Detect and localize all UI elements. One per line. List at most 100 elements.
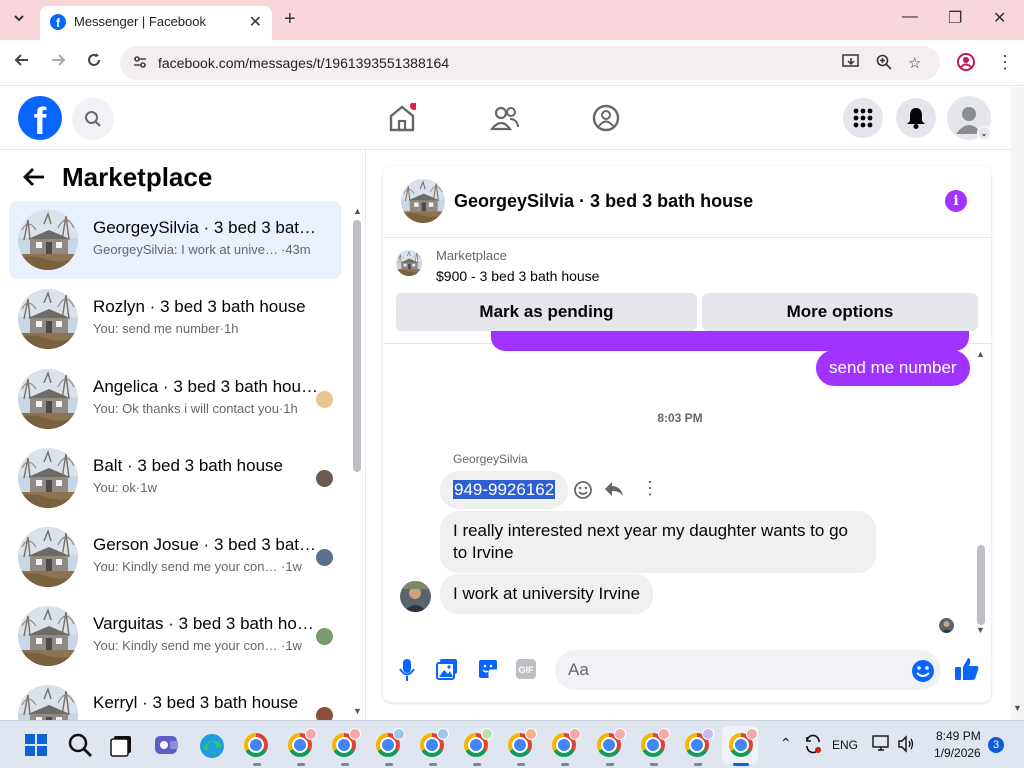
restore-window-icon[interactable]: ❐ xyxy=(948,8,962,28)
reply-icon[interactable] xyxy=(604,480,624,503)
conversation-time: ·43m xyxy=(281,242,311,257)
sender-avatar[interactable] xyxy=(400,581,431,612)
read-receipt-avatar xyxy=(316,549,333,566)
running-indicator xyxy=(253,763,261,766)
install-app-icon[interactable] xyxy=(842,54,860,74)
chrome-profile-icon[interactable] xyxy=(597,728,626,757)
chrome-profile-icon[interactable] xyxy=(729,728,758,757)
language-indicator[interactable]: ENG xyxy=(832,738,858,752)
minimize-window-icon[interactable]: — xyxy=(902,8,918,26)
conversation-item[interactable]: Gerson Josue · 3 bed 3 bath house You: Ki… xyxy=(9,518,341,596)
more-actions-icon[interactable]: ⋮ xyxy=(641,478,659,499)
tab-search-chevron-icon[interactable] xyxy=(12,11,26,30)
browser-tab[interactable]: f Messenger | Facebook ✕ xyxy=(40,6,272,40)
close-window-icon[interactable]: ✕ xyxy=(993,8,1006,28)
new-tab-button[interactable]: + xyxy=(284,8,296,31)
conversation-item[interactable]: Rozlyn · 3 bed 3 bath house You: send me … xyxy=(9,280,341,358)
conversation-preview: You: send me number xyxy=(93,321,220,336)
zoom-icon[interactable] xyxy=(876,54,892,74)
running-indicator xyxy=(385,763,393,766)
notifications-button[interactable] xyxy=(896,98,936,138)
message-input[interactable] xyxy=(555,650,941,690)
chrome-profile-icon[interactable] xyxy=(508,728,537,757)
react-emoji-icon[interactable] xyxy=(573,480,593,505)
volume-icon[interactable] xyxy=(897,735,915,758)
scroll-up-icon[interactable]: ▲ xyxy=(353,206,362,216)
listing-thumbnail[interactable] xyxy=(396,250,422,276)
page-scrollbar[interactable]: ▼ xyxy=(1011,87,1024,720)
gif-icon[interactable]: GIF xyxy=(515,658,537,685)
address-bar[interactable]: facebook.com/messages/t/1961393551388164… xyxy=(120,46,940,80)
conversation-item[interactable]: Balt · 3 bed 3 bath house You: ok·1w xyxy=(9,439,341,517)
house-thumbnail[interactable] xyxy=(401,179,445,223)
conversation-item[interactable]: Kerryl · 3 bed 3 bath house xyxy=(9,676,341,720)
microphone-icon[interactable] xyxy=(399,658,415,687)
chrome-profile-icon[interactable] xyxy=(552,728,581,757)
back-arrow-icon[interactable] xyxy=(14,52,30,73)
scroll-down-icon[interactable]: ▼ xyxy=(353,706,362,716)
sticker-icon[interactable] xyxy=(477,658,499,685)
chrome-profile-icon[interactable] xyxy=(420,728,449,757)
marketplace-label: Marketplace xyxy=(436,248,507,263)
friends-icon[interactable] xyxy=(489,105,520,138)
notification-count-badge[interactable]: 3 xyxy=(988,737,1004,753)
search-icon[interactable] xyxy=(67,732,95,760)
sync-icon[interactable] xyxy=(803,734,823,759)
chat-title[interactable]: GeorgeySilvia · 3 bed 3 bath house xyxy=(454,191,753,212)
more-options-button[interactable]: More options xyxy=(702,293,978,331)
chrome-profile-icon[interactable] xyxy=(288,728,317,757)
edge-icon[interactable] xyxy=(199,733,227,761)
emoji-icon[interactable] xyxy=(911,659,935,688)
chrome-profile-icon[interactable] xyxy=(332,728,361,757)
info-icon[interactable]: i xyxy=(945,190,967,212)
scroll-up-icon[interactable]: ▲ xyxy=(976,349,985,359)
clock-date[interactable]: 1/9/2026 xyxy=(934,746,981,760)
conversation-item[interactable]: Varguitas · 3 bed 3 bath house You: Kindl… xyxy=(9,597,341,675)
search-button[interactable] xyxy=(72,98,114,140)
close-tab-icon[interactable]: ✕ xyxy=(249,12,262,32)
profile-icon[interactable] xyxy=(956,52,976,77)
outgoing-message-bubble[interactable]: send me number xyxy=(816,350,970,386)
reload-icon[interactable] xyxy=(86,52,102,73)
chrome-profile-icon[interactable] xyxy=(464,728,493,757)
show-hidden-icons-chevron-icon[interactable]: ⌃ xyxy=(780,735,792,752)
thumbs-up-icon[interactable] xyxy=(954,656,980,687)
incoming-message-bubble[interactable]: 949-9926162 xyxy=(440,471,569,509)
back-arrow-icon[interactable] xyxy=(22,166,46,193)
clock-time[interactable]: 8:49 PM xyxy=(936,729,981,743)
conversation-item[interactable]: GeorgeySilvia · 3 bed 3 bath house George… xyxy=(9,201,341,279)
browser-menu-icon[interactable]: ⋮ xyxy=(996,52,1014,73)
chrome-profile-icon[interactable] xyxy=(685,728,714,757)
bookmark-star-icon[interactable]: ☆ xyxy=(908,54,921,72)
forward-arrow-icon[interactable] xyxy=(50,52,66,73)
chrome-profile-icon[interactable] xyxy=(641,728,670,757)
home-icon[interactable] xyxy=(388,102,418,138)
scroll-down-icon[interactable]: ▼ xyxy=(976,625,985,635)
conversation-item[interactable]: Angelica · 3 bed 3 bath house You: Ok tha… xyxy=(9,360,341,438)
facebook-logo-icon[interactable]: f xyxy=(18,96,62,143)
windows-start-icon[interactable] xyxy=(24,733,52,761)
task-view-icon[interactable] xyxy=(110,733,138,761)
conversation-name: Kerryl · 3 bed 3 bath house xyxy=(93,693,299,712)
site-settings-icon[interactable] xyxy=(132,54,148,73)
groups-icon[interactable] xyxy=(592,104,620,137)
chrome-icon[interactable] xyxy=(244,733,268,757)
scrollbar-thumb[interactable] xyxy=(977,545,985,625)
scroll-down-icon[interactable]: ▼ xyxy=(1013,703,1022,713)
scrollbar-thumb[interactable] xyxy=(353,220,361,472)
selected-phone-number[interactable]: 949-9926162 xyxy=(453,480,556,499)
incoming-message-bubble[interactable]: I really interested next year my daughte… xyxy=(440,511,876,573)
chat-scrollbar[interactable]: ▲ ▼ xyxy=(976,349,986,635)
teams-icon[interactable] xyxy=(154,733,182,761)
chrome-profile-icon[interactable] xyxy=(376,728,405,757)
account-avatar[interactable]: ⌄ xyxy=(947,96,991,140)
network-icon[interactable] xyxy=(872,735,892,758)
conversation-list-scrollbar[interactable]: ▲ ▼ xyxy=(353,206,362,718)
photo-icon[interactable] xyxy=(436,658,458,685)
outgoing-message-bubble[interactable] xyxy=(491,331,969,351)
mark-as-pending-button[interactable]: Mark as pending xyxy=(396,293,697,331)
menu-grid-button[interactable] xyxy=(843,98,883,138)
read-receipt-avatar xyxy=(316,707,333,720)
listing-title[interactable]: $900 - 3 bed 3 bath house xyxy=(436,268,599,284)
incoming-message-bubble[interactable]: I work at university Irvine xyxy=(440,574,654,614)
